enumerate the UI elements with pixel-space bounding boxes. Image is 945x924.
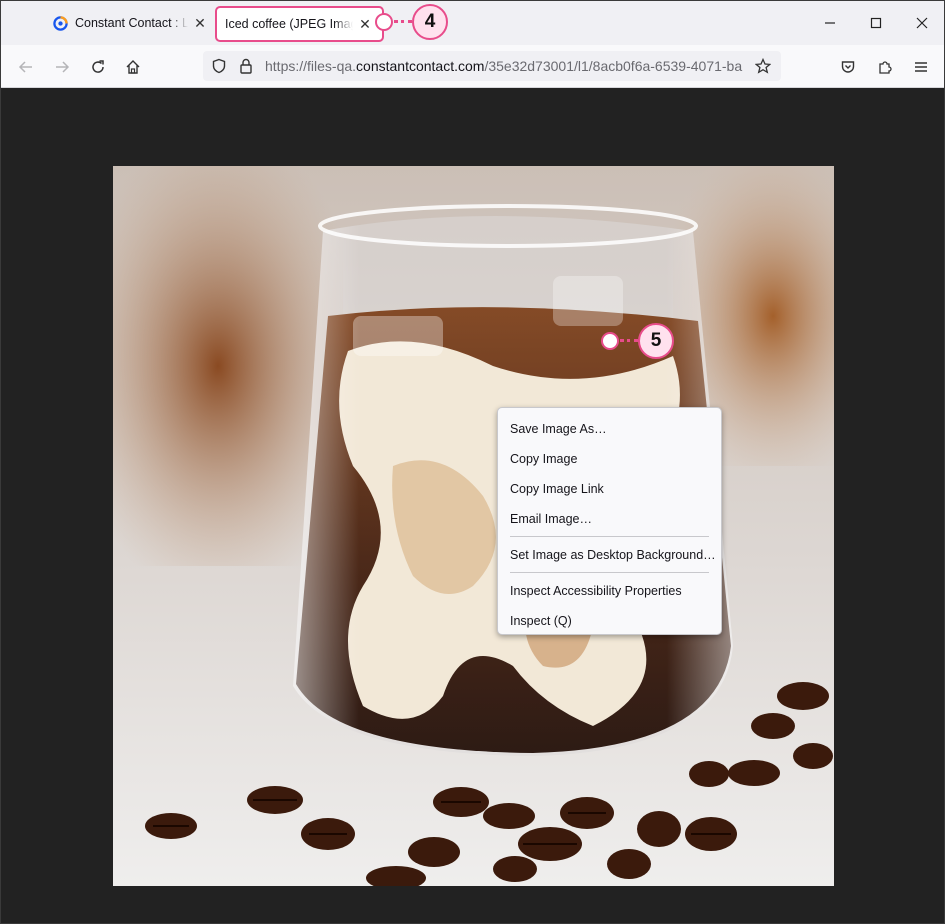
reload-icon — [92, 60, 104, 73]
close-icon — [916, 17, 928, 29]
home-icon — [126, 60, 140, 74]
callout-connector — [620, 339, 638, 342]
minimize-icon — [825, 22, 835, 24]
menu-item-email-image[interactable]: Email Image… — [498, 504, 721, 534]
menu-item-copy-image[interactable]: Copy Image — [498, 444, 721, 474]
minimize-button[interactable] — [815, 11, 845, 35]
tab-title: Constant Contact : Lit — [75, 16, 188, 30]
tab-iced-coffee[interactable]: Iced coffee (JPEG Image, 7 ✕ — [215, 6, 384, 42]
menu-item-inspect-accessibility[interactable]: Inspect Accessibility Properties — [498, 576, 721, 606]
iced-coffee-image — [113, 166, 834, 886]
tab-constant-contact[interactable]: Constant Contact : Lit ✕ — [43, 7, 208, 39]
browser-window: Constant Contact : Lit ✕ Iced coffee (JP… — [0, 0, 945, 924]
iced-coffee-photo[interactable] — [113, 166, 834, 886]
forward-button[interactable] — [49, 54, 75, 80]
menu-item-save-image-as[interactable]: Save Image As… — [498, 414, 721, 444]
menu-item-copy-image-link[interactable]: Copy Image Link — [498, 474, 721, 504]
arrow-right-icon — [56, 61, 70, 73]
hamburger-menu-icon — [915, 62, 927, 72]
callout-marker — [375, 13, 393, 31]
pocket-icon — [841, 61, 855, 73]
image-viewer: Save Image As… Copy Image Copy Image Lin… — [1, 88, 944, 923]
pocket-button[interactable] — [835, 54, 861, 80]
home-button[interactable] — [120, 54, 146, 80]
arrow-left-icon — [18, 61, 32, 73]
menu-item-set-desktop-background[interactable]: Set Image as Desktop Background… — [498, 540, 721, 570]
maximize-button[interactable] — [861, 11, 891, 35]
maximize-icon — [870, 17, 882, 29]
url-prefix: https://files-qa. — [265, 58, 357, 74]
menu-item-inspect[interactable]: Inspect (Q) — [498, 606, 721, 636]
reload-button[interactable] — [85, 54, 111, 80]
close-window-button[interactable] — [907, 11, 937, 35]
callout-connector — [394, 20, 412, 23]
puzzle-piece-icon — [879, 61, 892, 74]
url-bar[interactable]: https://files-qa.constantcontact.com/35e… — [203, 51, 781, 81]
tab-title: Iced coffee (JPEG Image, 7 — [225, 17, 353, 31]
close-tab-icon[interactable]: ✕ — [357, 16, 373, 33]
shield-icon[interactable] — [211, 58, 227, 74]
url-text[interactable]: https://files-qa.constantcontact.com/35e… — [265, 58, 751, 74]
context-menu: Save Image As… Copy Image Copy Image Lin… — [497, 407, 722, 635]
menu-separator — [510, 536, 709, 537]
url-path: /35e32d73001/l1/8acb0f6a-6539-4071-ba — [484, 58, 743, 74]
url-domain: constantcontact.com — [356, 58, 485, 74]
extensions-button[interactable] — [872, 54, 898, 80]
callout-number-5: 5 — [638, 323, 674, 359]
tab-strip: Constant Contact : Lit ✕ Iced coffee (JP… — [1, 1, 944, 45]
callout-marker — [601, 332, 619, 350]
menu-button[interactable] — [908, 54, 934, 80]
navigation-toolbar: https://files-qa.constantcontact.com/35e… — [1, 45, 944, 88]
constant-contact-logo-icon — [53, 15, 68, 31]
lock-icon[interactable] — [238, 57, 254, 75]
close-tab-icon[interactable]: ✕ — [192, 15, 208, 32]
bookmark-star-icon[interactable] — [755, 58, 771, 74]
menu-separator — [510, 572, 709, 573]
callout-number-4: 4 — [412, 4, 448, 40]
back-button[interactable] — [13, 54, 39, 80]
